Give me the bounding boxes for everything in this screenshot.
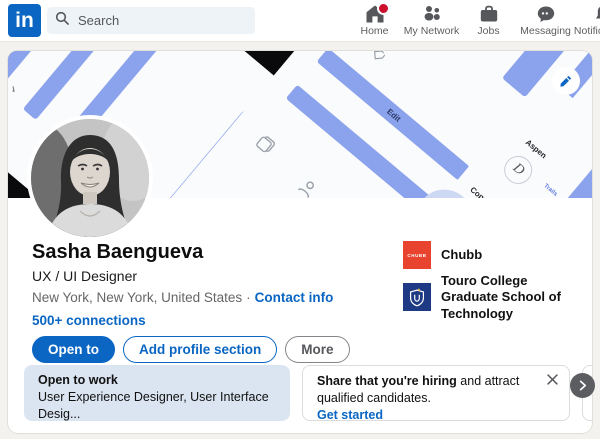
- nav-item-label: My Network: [404, 25, 459, 37]
- top-navigation-bar: in Home My Network Jobs: [0, 0, 600, 42]
- search-icon: [55, 11, 69, 30]
- layers-icon: [251, 133, 277, 159]
- open-to-button[interactable]: Open to: [32, 336, 115, 363]
- chubb-logo: CHUBB: [403, 241, 431, 269]
- affiliation-current-company[interactable]: CHUBB Chubb: [403, 241, 583, 269]
- more-button[interactable]: More: [285, 336, 349, 363]
- affiliation-education[interactable]: Touro College Graduate School of Technol…: [403, 273, 583, 322]
- affiliation-name: Chubb: [441, 247, 583, 263]
- add-profile-section-button[interactable]: Add profile section: [123, 336, 277, 363]
- chubb-logo-text: CHUBB: [407, 253, 426, 258]
- my-network-icon: [422, 4, 442, 24]
- nav-item-label: Messaging: [520, 25, 571, 37]
- profile-location: New York, New York, United States: [32, 290, 242, 305]
- home-notification-badge: [377, 2, 390, 15]
- nav-item-label: Home: [360, 25, 388, 37]
- notifications-icon: [593, 4, 600, 24]
- global-search-box[interactable]: [47, 7, 255, 34]
- carousel-next-button[interactable]: [570, 373, 595, 398]
- banner-label: Aspen: [524, 138, 549, 161]
- nav-item-home[interactable]: Home: [346, 0, 403, 41]
- profile-headline: UX / UI Designer: [32, 268, 137, 284]
- touro-shield-icon: [406, 286, 428, 308]
- banner-label: Copper Mounta: [468, 185, 519, 198]
- nav-items: Home My Network Jobs Messaging Notificat…: [346, 0, 600, 41]
- affiliation-name: Touro College Graduate School of Technol…: [441, 273, 583, 322]
- profile-card: ☆ ...ng Equipment 1005 ✓ Search for ski …: [8, 51, 592, 433]
- linkedin-logo[interactable]: in: [8, 4, 41, 37]
- nav-item-my-network[interactable]: My Network: [403, 0, 460, 41]
- banner-label: ✓: [8, 84, 19, 95]
- hiring-promo-card: Share that you're hiring and attract qua…: [302, 365, 570, 421]
- chevron-right-icon: [577, 380, 588, 391]
- open-to-work-roles: User Experience Designer, User Interface…: [38, 389, 276, 423]
- nav-item-jobs[interactable]: Jobs: [460, 0, 517, 41]
- separator-dot: ·: [246, 290, 251, 305]
- profile-cards-carousel: Open to work User Experience Designer, U…: [24, 365, 592, 423]
- get-started-link[interactable]: Get started: [317, 407, 555, 423]
- banner-label: Edit: [385, 107, 402, 124]
- banner-label: D: [509, 161, 527, 180]
- pencil-icon: [559, 74, 573, 88]
- linkedin-profile-page: in Home My Network Jobs: [0, 0, 600, 439]
- edit-banner-button[interactable]: [552, 67, 580, 95]
- close-icon[interactable]: [546, 373, 560, 387]
- open-to-work-title: Open to work: [38, 372, 276, 389]
- banner-resort-logo: D: [498, 150, 537, 189]
- jobs-icon: [479, 4, 499, 24]
- profile-photo[interactable]: [27, 115, 153, 241]
- nav-item-messaging[interactable]: Messaging: [517, 0, 574, 41]
- messaging-icon: [536, 4, 556, 24]
- touro-logo: [403, 283, 431, 311]
- hiring-promo-bold: Share that you're hiring: [317, 374, 457, 388]
- connections-link[interactable]: 500+ connections: [32, 313, 146, 328]
- nav-item-notifications[interactable]: Notifications: [574, 0, 600, 41]
- open-to-work-card: Open to work User Experience Designer, U…: [24, 365, 290, 421]
- search-input[interactable]: [76, 12, 240, 29]
- person-icon: [293, 176, 320, 198]
- profile-action-buttons: Open to Add profile section More: [32, 336, 350, 363]
- nav-item-label: Notifications: [574, 25, 600, 37]
- nav-item-label: Jobs: [477, 25, 499, 37]
- location-row: New York, New York, United States · Contac…: [32, 290, 333, 305]
- linkedin-logo-text: in: [15, 9, 34, 33]
- profile-name: Sasha Baengueva: [32, 241, 203, 264]
- contact-info-link[interactable]: Contact info: [255, 290, 334, 305]
- hiring-promo-text: Share that you're hiring and attract qua…: [317, 373, 537, 407]
- star-icon: ☆: [8, 124, 11, 146]
- banner-label: Trails: [542, 183, 558, 198]
- profile-photo-image: [31, 119, 149, 237]
